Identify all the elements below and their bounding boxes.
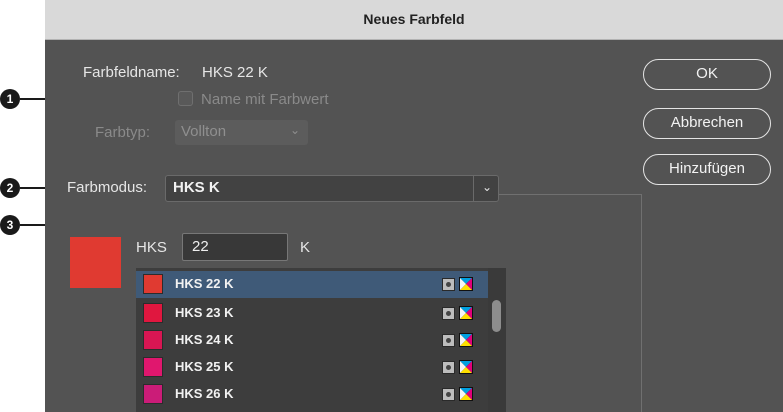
callout-3: 3 [0,215,20,235]
swatch-row-name: HKS 24 K [175,332,234,347]
callout-1: 1 [0,89,20,109]
title-bar: Neues Farbfeld [45,0,783,40]
color-area-frame-top [499,194,642,195]
color-preview-swatch [70,237,121,288]
chevron-down-icon: ⌄ [289,123,300,137]
swatch-list-row[interactable]: HKS 23 K [136,300,488,327]
name-with-value-label: Name mit Farbwert [201,91,329,108]
hks-number-input[interactable]: 22 [182,233,288,261]
swatch-list-scrollbar[interactable] [488,268,506,412]
cmyk-process-icon [459,277,473,291]
swatch-name-value: HKS 22 K [202,64,268,81]
swatch-row-name: HKS 26 K [175,386,234,401]
name-with-value-checkbox[interactable] [178,91,193,106]
cmyk-process-icon [459,333,473,347]
add-button[interactable]: Hinzufügen [643,154,771,185]
color-mode-dropdown[interactable]: HKS K ⌄ [165,175,499,202]
swatch-chip [143,384,163,404]
swatch-list-row[interactable]: HKS 22 K [136,271,488,298]
color-mode-label: Farbmodus: [67,179,148,196]
hks-prefix-label: HKS [136,239,167,256]
color-type-value: Vollton [181,123,227,140]
swatch-list-row[interactable]: HKS 26 K [136,381,488,408]
swatch-chip [143,330,163,350]
color-type-dropdown[interactable]: Vollton ⌄ [175,120,308,145]
scrollbar-thumb[interactable] [492,300,501,332]
color-area-frame-right [641,194,642,412]
cmyk-process-icon [459,306,473,320]
swatch-row-name: HKS 23 K [175,305,234,320]
chevron-down-icon: ⌄ [481,180,492,194]
callout-2: 2 [0,178,20,198]
cancel-button[interactable]: Abbrechen [643,108,771,139]
spot-color-icon [442,278,455,291]
new-swatch-dialog: Neues Farbfeld Farbfeldname: HKS 22 K Na… [45,0,783,412]
dropdown-separator [473,176,474,201]
spot-color-icon [442,361,455,374]
cmyk-process-icon [459,360,473,374]
swatch-row-name: HKS 22 K [175,276,234,291]
dialog-title: Neues Farbfeld [363,11,465,27]
swatch-list-row[interactable]: HKS 24 K [136,327,488,354]
swatch-list-row[interactable]: HKS 25 K [136,354,488,381]
swatch-row-name: HKS 25 K [175,359,234,374]
cmyk-process-icon [459,387,473,401]
spot-color-icon [442,334,455,347]
swatch-name-label: Farbfeldname: [83,64,180,81]
swatch-chip [143,274,163,294]
swatch-chip [143,357,163,377]
swatch-list[interactable]: HKS 22 K HKS 23 K HKS 24 K HKS 25 K HKS … [136,268,506,412]
spot-color-icon [442,307,455,320]
spot-color-icon [442,388,455,401]
swatch-chip [143,303,163,323]
hks-suffix-label: K [300,239,311,256]
hks-number-value: 22 [192,238,209,255]
color-mode-value: HKS K [173,179,220,196]
color-type-label: Farbtyp: [95,124,151,141]
ok-button[interactable]: OK [643,59,771,90]
